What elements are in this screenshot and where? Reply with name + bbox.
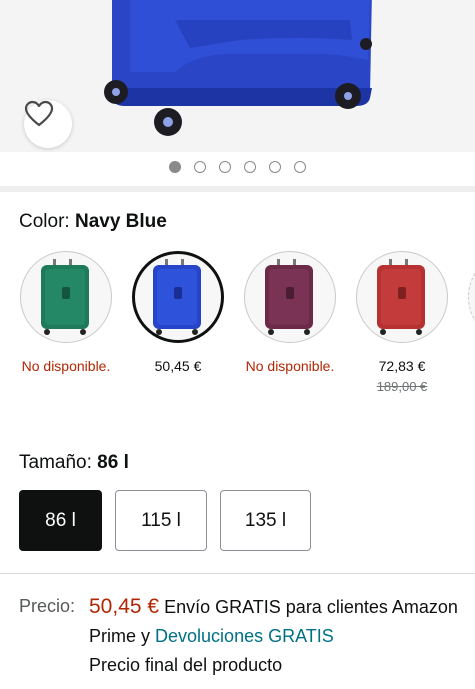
price-label: Precio: bbox=[19, 596, 76, 616]
pagination-dot[interactable] bbox=[244, 161, 256, 173]
final-price-note: Precio final del producto bbox=[89, 655, 283, 675]
color-label: Color: bbox=[19, 211, 70, 232]
product-image-gallery[interactable] bbox=[0, 0, 475, 152]
image-pagination-dots[interactable] bbox=[0, 161, 475, 173]
pagination-dot[interactable] bbox=[219, 161, 231, 173]
swatch-price: No disponible. bbox=[21, 358, 111, 374]
color-swatch-navy[interactable]: 50,45 € bbox=[131, 250, 241, 410]
free-returns-link[interactable]: Devoluciones GRATIS bbox=[155, 626, 334, 646]
pagination-dot[interactable] bbox=[194, 161, 206, 173]
size-option-135[interactable]: 135 l bbox=[220, 490, 311, 551]
size-option-115[interactable]: 115 l bbox=[115, 490, 207, 551]
suitcase-thumbnail-icon bbox=[265, 259, 313, 335]
swatch-thumbnail bbox=[244, 251, 336, 343]
swatch-thumbnail bbox=[20, 251, 112, 343]
size-selected-value: 86 l bbox=[97, 452, 129, 473]
size-label: Tamaño: bbox=[19, 452, 92, 473]
color-selected-value: Navy Blue bbox=[74, 211, 167, 232]
section-divider bbox=[0, 186, 475, 192]
size-option-86[interactable]: 86 l bbox=[19, 490, 102, 551]
price-amount: 50,45 € bbox=[89, 595, 160, 618]
swatch-price: 72,83 € bbox=[378, 358, 426, 374]
color-swatch-more[interactable] bbox=[467, 250, 475, 410]
swatch-price: 50,45 € bbox=[154, 358, 202, 374]
pagination-dot[interactable] bbox=[169, 161, 181, 173]
favorite-button[interactable] bbox=[24, 100, 72, 148]
pagination-dot[interactable] bbox=[269, 161, 281, 173]
suitcase-thumbnail-icon bbox=[41, 259, 89, 335]
section-divider bbox=[0, 573, 475, 574]
color-heading: Color: Navy Blue bbox=[19, 211, 167, 233]
swatch-price: No disponible. bbox=[245, 358, 335, 374]
size-heading: Tamaño: 86 l bbox=[19, 452, 129, 474]
swatch-thumbnail bbox=[468, 251, 475, 343]
color-swatch-purple[interactable]: No disponible. bbox=[243, 250, 353, 410]
suitcase-thumbnail-icon bbox=[153, 259, 201, 335]
pagination-dot[interactable] bbox=[294, 161, 306, 173]
color-swatch-red[interactable]: 72,83 € 189,00 € bbox=[355, 250, 465, 410]
swatch-thumbnail bbox=[356, 251, 448, 343]
swatch-old-price: 189,00 € bbox=[376, 379, 428, 394]
swatch-thumbnail bbox=[132, 251, 224, 343]
price-content: 50,45 € Envío GRATIS para clientes Amazo… bbox=[89, 592, 459, 680]
heart-outline-icon bbox=[24, 100, 54, 127]
color-swatch-list: No disponible. 50,45 € No disponible. 72… bbox=[0, 250, 475, 410]
suitcase-thumbnail-icon bbox=[377, 259, 425, 335]
color-swatch-green[interactable]: No disponible. bbox=[19, 250, 129, 410]
